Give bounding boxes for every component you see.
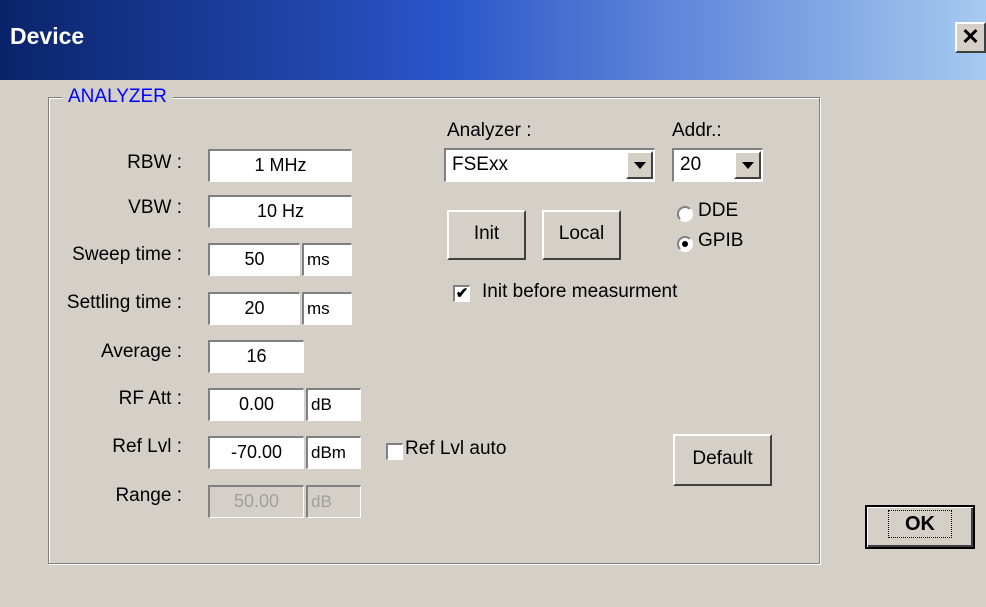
analyzer-group-label: ANALYZER	[62, 86, 173, 108]
ref-lvl-auto-checkbox[interactable]	[386, 443, 403, 460]
vbw-field[interactable]: 10 Hz	[208, 195, 352, 228]
rf-att-unit: dB	[306, 388, 361, 421]
init-before-checkbox[interactable]: ✔	[453, 285, 470, 302]
init-button[interactable]: Init	[447, 210, 526, 260]
analyzer-select[interactable]: FSExx	[444, 148, 655, 182]
analyzer-label: Analyzer :	[447, 120, 532, 141]
chevron-down-icon[interactable]	[734, 151, 761, 179]
local-button[interactable]: Local	[542, 210, 621, 260]
close-icon: ✕	[961, 24, 980, 49]
addr-label: Addr.:	[672, 120, 722, 141]
dde-label: DDE	[698, 200, 739, 221]
addr-selected-value: 20	[680, 154, 702, 175]
range-unit: dB	[306, 485, 361, 518]
settling-time-field[interactable]: 20	[208, 292, 300, 325]
dde-radio[interactable]	[677, 206, 693, 222]
rbw-field[interactable]: 1 MHz	[208, 149, 352, 182]
sweep-time-label: Sweep time :	[72, 244, 182, 265]
rf-att-label: RF Att :	[118, 388, 182, 409]
average-field[interactable]: 16	[208, 340, 304, 373]
title-bar	[0, 0, 986, 80]
gpib-radio[interactable]	[677, 236, 693, 252]
default-button[interactable]: Default	[673, 434, 772, 486]
gpib-label: GPIB	[698, 230, 744, 251]
ok-button[interactable]: OK	[865, 505, 975, 549]
average-label: Average :	[101, 341, 182, 362]
sweep-time-field[interactable]: 50	[208, 243, 300, 276]
chevron-down-icon[interactable]	[626, 151, 653, 179]
settling-time-unit: ms	[302, 292, 352, 325]
init-before-label: Init before measurment	[482, 281, 678, 302]
analyzer-selected-value: FSExx	[452, 154, 508, 175]
settling-time-label: Settling time :	[66, 292, 182, 313]
rbw-label: RBW :	[127, 152, 182, 173]
ok-label: OK	[888, 510, 952, 538]
vbw-label: VBW :	[128, 197, 182, 218]
range-field: 50.00	[208, 485, 304, 518]
range-label: Range :	[115, 485, 182, 506]
ref-lvl-unit: dBm	[306, 436, 361, 469]
ref-lvl-label: Ref Lvl :	[112, 436, 182, 457]
close-button[interactable]: ✕	[955, 22, 986, 53]
sweep-time-unit: ms	[302, 243, 352, 276]
rf-att-field[interactable]: 0.00	[208, 388, 304, 421]
ref-lvl-field[interactable]: -70.00	[208, 436, 304, 469]
ref-lvl-auto-label: Ref Lvl auto	[405, 438, 507, 459]
window-title: Device	[10, 23, 85, 49]
addr-select[interactable]: 20	[672, 148, 763, 182]
